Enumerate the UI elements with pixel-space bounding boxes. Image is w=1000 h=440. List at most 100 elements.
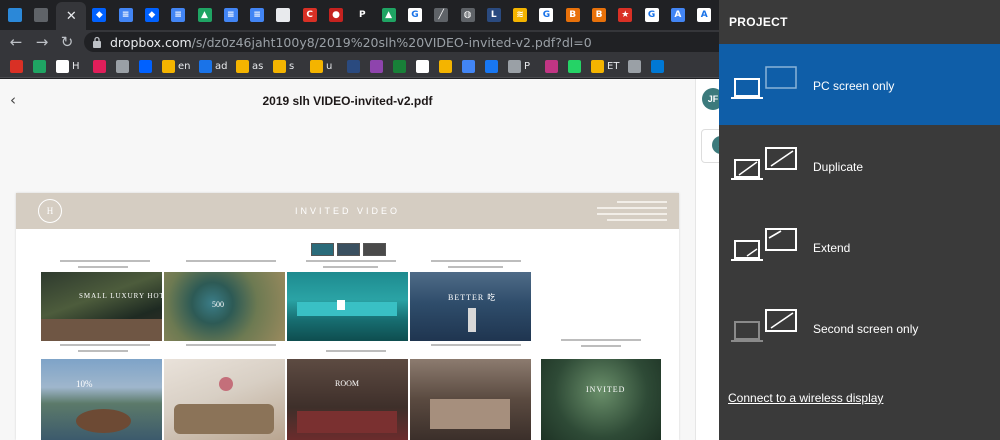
docs-icon: ≡ [250,8,265,22]
back-button[interactable]: ← [6,32,26,52]
arrow-right-icon: → [35,33,49,51]
ba-icon [162,59,175,73]
bookmark-item[interactable] [628,59,641,73]
browser-tab[interactable] [4,4,26,26]
browser-tab[interactable] [272,4,294,26]
l-icon: L [486,8,501,22]
caption-line [326,350,386,352]
bookmark-item[interactable] [347,59,360,73]
bookmark-label: en [178,60,191,72]
browser-tab[interactable]: B [562,4,584,26]
caption-line [186,344,276,346]
browser-tab[interactable]: ▲ [378,4,400,26]
browser-tab[interactable]: ╱ [430,4,452,26]
docs-icon: ≡ [223,8,238,22]
bookmark-item[interactable] [139,59,152,73]
bookmark-item[interactable] [10,59,23,73]
bookmark-item[interactable]: ET [591,59,619,73]
caption-line [306,260,396,262]
docs-icon: ≡ [118,8,133,22]
browser-tab[interactable]: A [667,4,689,26]
browser-tab[interactable]: ≡ [167,4,189,26]
reload-button[interactable]: ↻ [57,32,77,52]
drive-icon [33,59,46,73]
mode-label: PC screen only [813,79,895,93]
red-app-icon: C [302,8,317,22]
google-icon: G [539,8,554,22]
browser-tab[interactable]: B [588,4,610,26]
browser-tab[interactable]: L [483,4,505,26]
p-icon: P [355,8,370,22]
bookmark-item[interactable]: H [56,59,80,73]
browser-tab[interactable] [30,4,52,26]
browser-tab[interactable]: ◆ [88,4,110,26]
bookmark-item[interactable]: u [310,59,332,73]
bookmark-item[interactable]: P [508,59,530,73]
dropbox-icon: ◆ [144,8,159,22]
bookmark-item[interactable] [568,59,581,73]
video-thumbnail: SMALL LUXURY HOTELS [41,272,162,341]
browser-tab[interactable]: ≡ [115,4,137,26]
mode-label: Second screen only [813,322,919,336]
browser-tab[interactable]: ◆ [141,4,163,26]
mode-extend[interactable]: Extend [719,206,1000,287]
bookmark-item[interactable]: ad [199,59,227,73]
green-icon [393,59,406,73]
mode-second-screen-only[interactable]: Second screen only [719,287,1000,368]
active-browser-tab[interactable]: ✕ [56,2,87,30]
bookmark-item[interactable] [93,59,106,73]
browser-tab[interactable]: ≋ [509,4,531,26]
red-circle-icon: ● [329,8,343,22]
caption-line [561,339,641,341]
pc-screen-only-icon [731,66,797,99]
browser-tab[interactable]: G [641,4,663,26]
instagram-icon [545,59,558,73]
thumbnail-pool [297,302,397,316]
connect-wireless-display-link[interactable]: Connect to a wireless display [728,391,883,405]
bookmark-item[interactable]: as [236,59,263,73]
caption-line [581,345,621,347]
browser-tab[interactable]: A [693,4,715,26]
ba-icon [236,59,249,73]
mode-duplicate[interactable]: Duplicate [719,125,1000,206]
file-icon [276,8,291,22]
r-icon [370,59,383,73]
g-icon [56,59,69,73]
browser-tab[interactable]: G [404,4,426,26]
browser-tab[interactable]: ▲ [194,4,216,26]
mode-label: Extend [813,241,851,255]
caption-line [448,266,503,268]
bookmark-item[interactable] [116,59,129,73]
bookmark-item[interactable]: s [273,59,294,73]
bookmark-label: P [524,60,531,72]
browser-tab[interactable]: ≡ [220,4,242,26]
url-host: dropbox.com [110,35,192,50]
bookmark-item[interactable] [33,59,46,73]
bookmark-item[interactable] [462,59,475,73]
banner-text-line [617,201,667,203]
thumbnail-figure [468,308,476,332]
banner-text-line [597,207,667,209]
browser-tab[interactable]: ● [325,4,347,26]
close-icon[interactable]: ✕ [66,8,77,24]
bookmark-item[interactable] [651,59,664,73]
browser-tab[interactable]: C [299,4,321,26]
browser-tab[interactable]: P [351,4,373,26]
drive-icon: ▲ [381,8,396,22]
bookmark-item[interactable] [485,59,498,73]
bookmark-item[interactable] [393,59,406,73]
mini-thumbnail [337,243,360,256]
bookmark-item[interactable] [370,59,383,73]
mode-pc-screen-only[interactable]: PC screen only [719,44,1000,125]
browser-tab[interactable]: G [535,4,557,26]
bookmark-item[interactable] [439,59,452,73]
glasses-icon [628,59,641,73]
bookmark-item[interactable] [416,59,429,73]
browser-tab[interactable]: ★ [614,4,636,26]
bookmark-item[interactable]: en [162,59,191,73]
bookmark-item[interactable] [545,59,558,73]
forward-button[interactable]: → [32,32,52,52]
browser-tab[interactable]: ≡ [246,4,268,26]
bookmark-label: H [72,60,80,72]
browser-tab[interactable]: ◍ [457,4,479,26]
